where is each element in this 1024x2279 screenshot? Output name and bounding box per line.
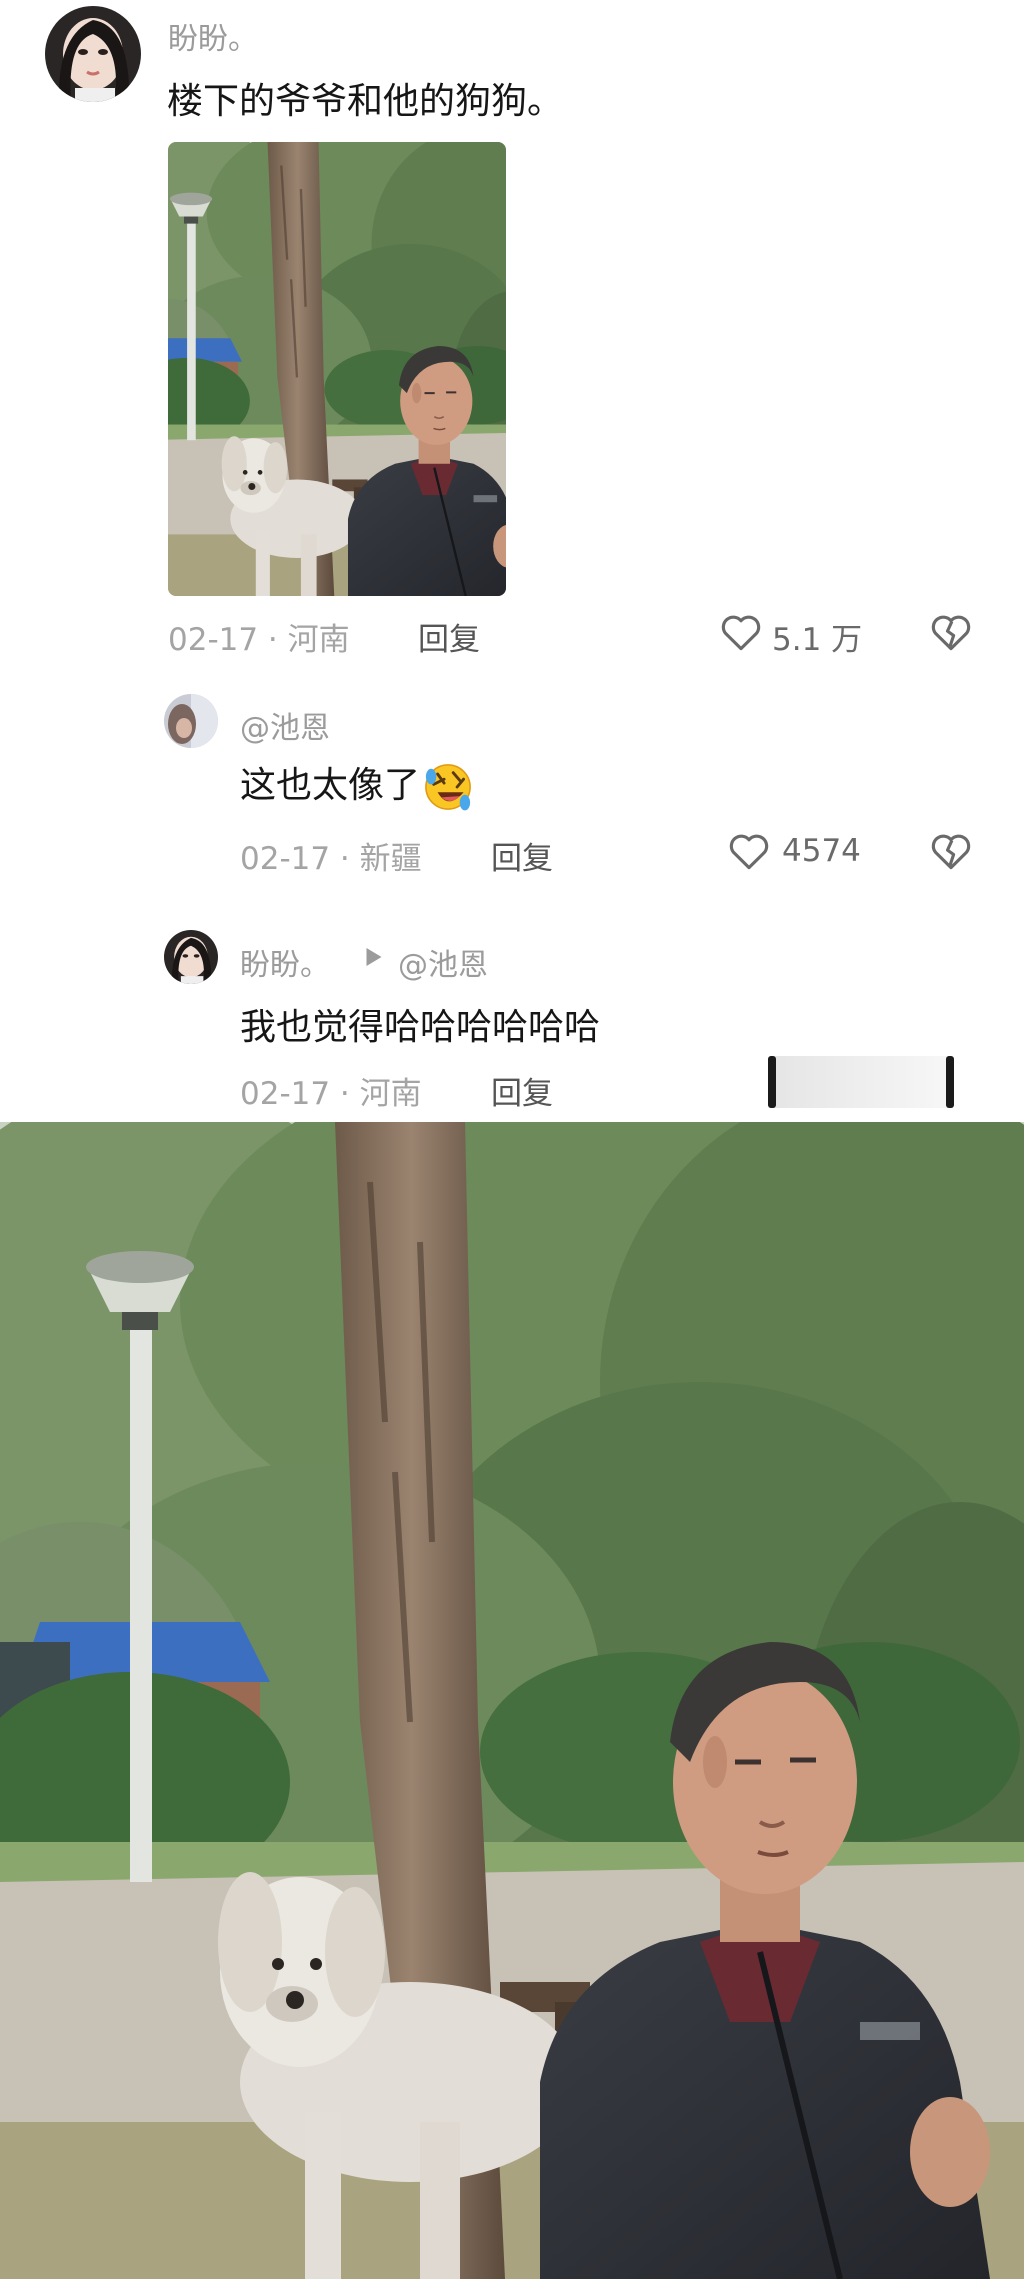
comment-username[interactable]: 盼盼。 [168,14,258,58]
avatar-girl-image [164,930,218,984]
comment-text: 这也太像了 [240,760,474,813]
reply-button[interactable]: 回复 [418,614,480,659]
avatar-girl-image [45,6,141,102]
heart-outline-icon[interactable] [728,831,770,871]
avatar-chien-image [164,694,218,748]
play-triangle-icon [366,948,382,966]
avatar[interactable] [45,6,141,102]
collapse-bar-right-edge [946,1056,954,1108]
collapse-bar-left-edge [768,1056,776,1108]
heart-outline-icon[interactable] [720,612,762,652]
rolling-on-floor-laughing-emoji [422,761,474,813]
collapse-bar [770,1056,950,1108]
comment-text: 楼下的爷爷和他的狗狗。 [167,81,564,122]
comment-date-location: 02-17 · 河南 [240,1076,422,1112]
photo-man-and-dog [0,1122,1024,2279]
reply-button[interactable]: 回复 [491,833,553,878]
full-photo[interactable] [0,1122,1024,2279]
comment-date-location: 02-17 · 河南 [168,622,350,658]
comment-date-location: 02-17 · 新疆 [240,841,422,877]
avatar[interactable] [164,694,218,748]
comment-username[interactable]: 盼盼。 [240,940,330,984]
reply-to-username[interactable]: @池恩 [398,940,488,984]
comment-text: 我也觉得哈哈哈哈哈哈 [240,1007,601,1048]
comment-username[interactable]: @池恩 [240,703,330,747]
like-count: 4574 [782,833,861,869]
comment-photo-thumbnail[interactable] [168,142,506,596]
reply-button[interactable]: 回复 [491,1068,553,1113]
broken-heart-icon[interactable] [930,612,972,652]
photo-man-and-dog [168,142,506,596]
avatar[interactable] [164,930,218,984]
broken-heart-icon[interactable] [930,831,972,871]
comment-text-body: 这也太像了 [240,765,421,806]
like-count: 5.1 万 [772,622,863,658]
